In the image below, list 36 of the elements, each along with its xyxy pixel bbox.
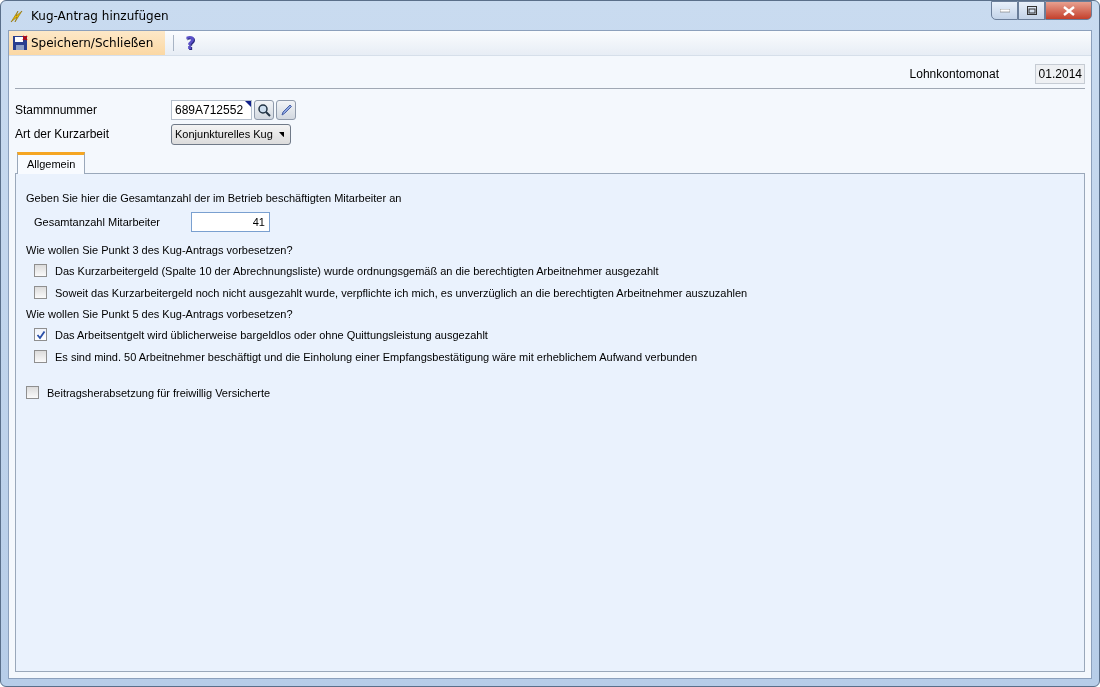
- count-label: Gesamtanzahl Mitarbeiter: [34, 216, 161, 228]
- month-field: 01.2014: [1035, 64, 1085, 84]
- checkbox[interactable]: [34, 350, 47, 363]
- field-label: Art der Kurzarbeit: [15, 127, 111, 141]
- minimize-button[interactable]: [991, 1, 1018, 20]
- caret-icon: [278, 131, 284, 137]
- stammnummer-field[interactable]: 689A712552: [171, 100, 252, 120]
- close-button[interactable]: [1045, 1, 1092, 20]
- field-label: Stammnummer: [15, 103, 98, 117]
- checkbox[interactable]: [26, 386, 39, 399]
- checkbox-label: Beitragsherabsetzung für freiwillig Versicherte: [47, 386, 271, 399]
- section-heading: Wie wollen Sie Punkt 5 des Kug-Antrags vorbesetzen?: [26, 308, 294, 320]
- tab[interactable]: Allgemein: [17, 152, 86, 174]
- maximize-button[interactable]: [1018, 1, 1045, 20]
- checkbox[interactable]: [34, 286, 47, 299]
- help-button[interactable]: ?: [182, 33, 199, 53]
- window-title: Kug-Antrag hinzufügen: [31, 8, 169, 23]
- checkbox-label: Das Kurzarbeitergeld (Spalte 10 der Abrechnungsliste) wurde ordnungsgemäß an die berechtigten Arbeitnehmer ausgezahlt: [55, 264, 659, 277]
- maximize-icon: [1026, 6, 1037, 15]
- checkbox-label: Soweit das Kurzarbeitergeld noch nicht ausgezahlt wurde, verpflichte ich mich, es unverzüglich an die berechtigten Arbeitnehmer auszuzahlen: [55, 286, 748, 299]
- save-close-button[interactable]: Speichern/Schließen: [9, 31, 166, 55]
- edit-button[interactable]: [276, 100, 296, 120]
- checkbox-label: Es sind mind. 50 Arbeitnehmer beschäftigt und die Einholung einer Empfangsbestätigung wäre mit erheblichem Aufwand verbunden: [55, 350, 698, 363]
- checkbox-label: Das Arbeitsentgelt wird üblicherweise bargeldlos oder ohne Quittungsleistung ausgezahlt: [55, 328, 488, 341]
- month-label: Lohnkontomonat: [909, 67, 999, 81]
- checkbox[interactable]: [34, 328, 47, 341]
- search-icon: [257, 103, 271, 117]
- search-button[interactable]: [254, 100, 274, 120]
- minimize-icon: [999, 8, 1010, 13]
- kurzarbeit-dropdown[interactable]: Konjunkturelles Kug: [171, 123, 291, 145]
- checkbox[interactable]: [34, 264, 47, 277]
- close-icon: [1062, 5, 1075, 16]
- pencil-icon: [279, 103, 293, 117]
- section-heading: Wie wollen Sie Punkt 3 des Kug-Antrags vorbesetzen?: [26, 244, 294, 256]
- count-field[interactable]: 41: [191, 212, 270, 232]
- intro-text: Geben Sie hier die Gesamtanzahl der im Betrieb beschäftigten Mitarbeiter an: [26, 192, 403, 204]
